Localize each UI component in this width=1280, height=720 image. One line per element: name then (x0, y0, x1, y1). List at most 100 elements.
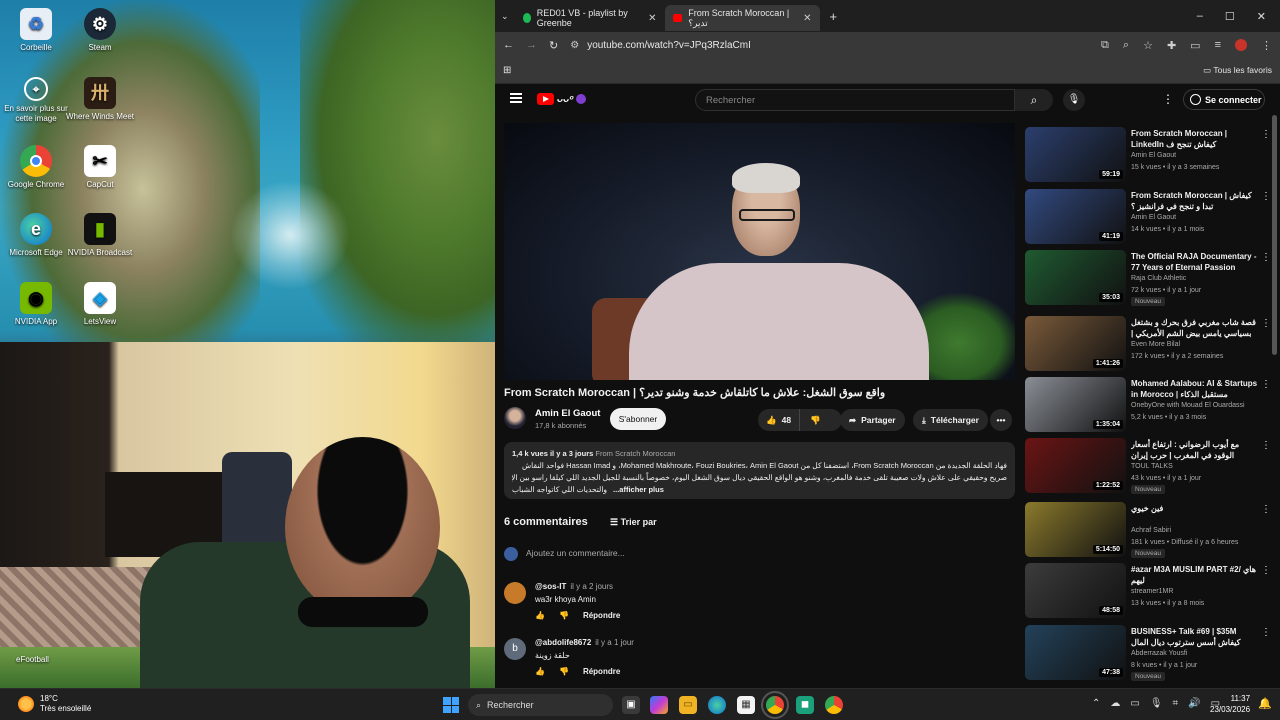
video-thumbnail[interactable]: 41:19 (1025, 189, 1126, 244)
mic-tray-icon[interactable]: 🎙 (1150, 698, 1163, 709)
start-button[interactable] (443, 697, 459, 713)
description-box[interactable]: 1,4 k vues il y a 3 jours From Scratch M… (504, 442, 1015, 499)
edge-icon[interactable] (708, 696, 726, 714)
recommended-channel[interactable]: streamer1MR (1131, 588, 1173, 595)
taskbar-clock[interactable]: 11:37 23/03/2026 (1210, 693, 1250, 715)
desktop-icon-capcut[interactable]: ✂ CapCut (60, 145, 140, 190)
back-icon[interactable]: ← (503, 39, 514, 51)
recommended-channel[interactable]: OnebyOne with Mouad El Ouardassi (1131, 402, 1245, 409)
weather-widget[interactable]: 18°C Très ensoleillé (18, 694, 91, 714)
commenter-avatar[interactable] (504, 582, 526, 604)
kebab-menu-icon[interactable]: ⋮ (1261, 379, 1271, 390)
kebab-menu-icon[interactable]: ⋮ (1261, 318, 1271, 329)
chevron-up-icon[interactable]: ⌃ (1092, 698, 1100, 709)
file-explorer-icon[interactable]: ▭ (679, 696, 697, 714)
recommended-video[interactable]: 5:14:50 فين خيوي Achraf Sabiri 181 k vues •… (1025, 502, 1273, 560)
url-omnibox[interactable]: ⚙ youtube.com/watch?v=JPq3RzlaCmI (570, 40, 751, 51)
zoom-icon[interactable]: ⌕ (1123, 39, 1129, 52)
reply-button[interactable]: Répondre (583, 611, 620, 620)
recommended-video[interactable]: 48:58 #azar M3A MUSLIM PART #2/ هاي ليهم s… (1025, 563, 1273, 621)
all-bookmarks-button[interactable]: ▭ Tous les favoris (1203, 65, 1272, 76)
channel-name[interactable]: Amin El Gaout (535, 408, 600, 419)
recommended-title[interactable]: مع أيوب الرضواني : ارتفاع أسعار الوقود ف… (1131, 439, 1259, 461)
capcut-icon[interactable]: ◼ (796, 696, 814, 714)
recommended-title[interactable]: فين خيوي (1131, 503, 1259, 514)
recommended-video[interactable]: 35:03 The Official RAJA Documentary - 77 … (1025, 250, 1273, 308)
desktop-icon-steam[interactable]: ⚙ Steam (60, 8, 140, 53)
video-thumbnail[interactable]: 1:22:52 (1025, 438, 1126, 493)
recommended-title[interactable]: From Scratch Moroccan | كيفاش تبدا و تنج… (1131, 190, 1259, 212)
video-thumbnail[interactable]: 1:41:26 (1025, 316, 1126, 371)
recommended-video[interactable]: 59:19 From Scratch Moroccan | LinkedIn كي… (1025, 127, 1273, 185)
recommended-title[interactable]: قصة شاب مغربي فرق بحرك و بشتغل بسياسي يا… (1131, 317, 1259, 339)
recommended-channel[interactable]: Amin El Gaout (1131, 214, 1176, 221)
comment-author[interactable]: @sos-IT (535, 582, 566, 591)
notification-bell-icon[interactable]: 🔔 (1258, 697, 1272, 710)
video-thumbnail[interactable]: 35:03 (1025, 250, 1126, 305)
microphone-icon[interactable]: 🎙 (1063, 89, 1085, 111)
kebab-menu-icon[interactable]: ⋮ (1261, 191, 1271, 202)
recommended-title[interactable]: Mohamed Aalabou: AI & Startups in Morocc… (1131, 378, 1259, 400)
youtube-search-input[interactable]: Rechercher (695, 89, 1015, 111)
tab-spotify[interactable]: RED01 VB - playlist by Greenbe ✕ (515, 5, 665, 31)
recommended-channel[interactable]: Raja Club Athletic (1131, 275, 1186, 282)
bookmark-star-icon[interactable]: ☆ (1143, 39, 1153, 52)
reply-button[interactable]: Répondre (583, 667, 620, 676)
page-scrollbar[interactable] (1272, 115, 1277, 355)
video-thumbnail[interactable]: 48:58 (1025, 563, 1126, 618)
close-tab-icon[interactable]: ✕ (648, 13, 656, 24)
network-icon[interactable]: ⌗ (1173, 698, 1179, 709)
onedrive-icon[interactable]: ☁ (1110, 698, 1120, 709)
recommended-channel[interactable]: Even More Bilal (1131, 341, 1180, 348)
comment-dislike-icon[interactable]: 👎 (559, 667, 569, 676)
signin-button[interactable]: Se connecter (1183, 89, 1265, 110)
subscribe-button[interactable]: S'abonner (610, 408, 666, 430)
extensions-icon[interactable]: ✚ (1167, 39, 1176, 52)
video-thumbnail[interactable]: 5:14:50 (1025, 502, 1126, 557)
chrome-menu-icon[interactable]: ⋮ (1261, 39, 1272, 52)
desktop-icon-where-winds-meet[interactable]: 卅 Where Winds Meet (60, 77, 140, 122)
chrome-profile-icon[interactable] (825, 696, 843, 714)
comment-like-icon[interactable]: 👍 (535, 611, 545, 620)
install-app-icon[interactable]: ⧉ (1101, 39, 1109, 52)
close-tab-icon[interactable]: ✕ (803, 13, 811, 24)
minimize-button[interactable]: – (1197, 10, 1203, 23)
comment-like-icon[interactable]: 👍 (535, 667, 545, 676)
show-more-button[interactable]: ...afficher plus (613, 484, 664, 496)
recommended-video[interactable]: 1:22:52 مع أيوب الرضواني : ارتفاع أسعار ا… (1025, 438, 1273, 496)
copilot-icon[interactable] (650, 696, 668, 714)
recommended-video[interactable]: 1:35:04 Mohamed Aalabou: AI & Startups in… (1025, 377, 1273, 435)
kebab-menu-icon[interactable]: ⋮ (1261, 565, 1271, 576)
commenter-avatar[interactable]: b (504, 638, 526, 660)
recommended-title[interactable]: #azar M3A MUSLIM PART #2/ هاي ليهم (1131, 564, 1259, 586)
kebab-menu-icon[interactable]: ⋮ (1261, 504, 1271, 515)
forward-icon[interactable]: → (526, 39, 537, 51)
share-button[interactable]: ➦ Partager (840, 409, 905, 431)
recommended-channel[interactable]: Amin El Gaout (1131, 152, 1176, 159)
maximize-button[interactable]: ☐ (1225, 10, 1235, 23)
reload-icon[interactable]: ↻ (549, 39, 558, 52)
volume-icon[interactable]: 🔊 (1188, 698, 1200, 709)
task-view-icon[interactable]: ▣ (622, 696, 640, 714)
recommended-video[interactable]: 1:41:26 قصة شاب مغربي فرق بحرك و بشتغل بس… (1025, 316, 1273, 374)
recommended-video[interactable]: 47:38 BUSINESS+ Talk #69 | $35M كيفاش أسس… (1025, 625, 1273, 683)
desktop-icon-nvidia-broadcast[interactable]: ▮ NVIDIA Broadcast (60, 213, 140, 258)
kebab-menu-icon[interactable]: ⋮ (1261, 252, 1271, 263)
kebab-menu-icon[interactable]: ⋮ (1261, 440, 1271, 451)
hamburger-menu-icon[interactable] (510, 93, 522, 103)
folder-tray-icon[interactable]: ▭ (1130, 698, 1139, 709)
recommended-video[interactable]: 41:19 From Scratch Moroccan | كيفاش تبدا … (1025, 189, 1273, 247)
chrome-icon[interactable] (761, 691, 789, 719)
recommended-title[interactable]: BUSINESS+ Talk #69 | $35M كيفاش أسس سترت… (1131, 626, 1259, 648)
url-text[interactable]: youtube.com/watch?v=JPq3RzlaCmI (587, 40, 751, 51)
add-comment-row[interactable]: Ajoutez un commentaire... (504, 546, 1009, 562)
sidebar-icon[interactable]: ▭ (1190, 39, 1200, 52)
tab-youtube[interactable]: From Scratch Moroccan | تدير؟ ✕ (664, 5, 820, 31)
store-icon[interactable]: ▦ (737, 696, 755, 714)
video-thumbnail[interactable]: 59:19 (1025, 127, 1126, 182)
video-player[interactable] (504, 123, 1015, 380)
media-controls-icon[interactable]: ≡ (1215, 39, 1221, 52)
hashtag-link[interactable]: From Scratch Moroccan (595, 449, 675, 458)
comment-author[interactable]: @abdolife8672 (535, 638, 591, 647)
comment-dislike-icon[interactable]: 👎 (559, 611, 569, 620)
